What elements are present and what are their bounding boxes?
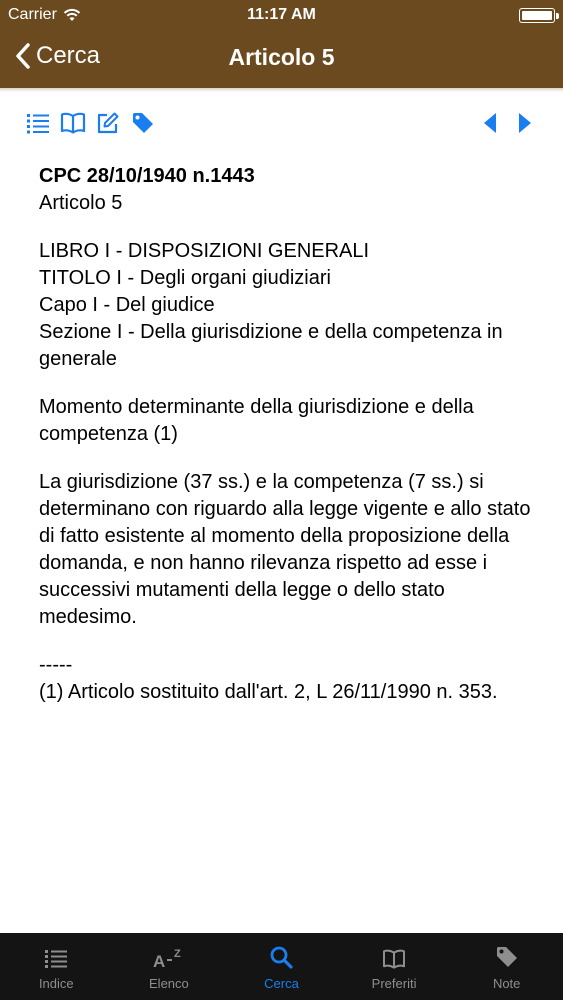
back-button-label: Cerca [36,42,101,69]
chevron-left-icon [16,43,30,69]
book-icon [60,112,86,134]
hierarchy-sezione: Sezione I - Della giurisdizione e della … [39,321,503,370]
az-sort-icon: A Z [153,948,181,969]
add-tag-button[interactable] [128,106,158,140]
article-header: CPC 28/10/1940 n.1443 Articolo 5 [39,163,539,217]
article-toolbar [0,106,563,142]
tag-icon [133,113,153,133]
favorites-button[interactable] [58,106,88,140]
article-content: CPC 28/10/1940 n.1443 Articolo 5 LIBRO I… [39,163,539,727]
article-body: La giurisdizione (37 ss.) e la competenz… [39,471,531,628]
tab-preferiti[interactable]: Preferiti [338,933,451,1000]
tab-label: Note [492,976,521,991]
svg-text:Z: Z [174,948,181,960]
tab-indice[interactable]: Indice [0,933,113,1000]
previous-arrow-icon [484,113,496,133]
article-label: Articolo 5 [39,192,123,214]
search-icon [271,946,294,969]
tab-note[interactable]: Note [450,933,563,1000]
back-button[interactable]: Cerca [14,42,100,70]
status-time: 11:17 AM [247,6,316,23]
tab-label: Elenco [149,976,189,991]
navigation-bar: Cerca Articolo 5 [0,30,563,88]
battery-icon [519,8,559,23]
list-icon [27,114,49,134]
edit-icon [97,112,119,134]
svg-text:A: A [153,952,165,969]
tag-icon [496,947,517,967]
list-icon [45,950,68,968]
tab-label: Preferiti [371,976,417,991]
code-reference: CPC 28/10/1940 n.1443 [39,165,255,187]
footnote: (1) Articolo sostituito dall'art. 2, L 2… [39,681,498,703]
hierarchy-titolo: TITOLO I - Degli organi giudiziari [39,267,331,289]
book-icon [383,949,406,969]
tab-cerca[interactable]: Cerca [225,933,338,1000]
next-arrow-icon [519,113,531,133]
previous-article-button[interactable] [475,106,505,140]
hierarchy-capo: Capo I - Del giudice [39,294,215,316]
status-bar: Carrier 11:17 AM [0,0,563,30]
article-heading: Momento determinante della giurisdizione… [39,396,474,445]
hierarchy-libro: LIBRO I - DISPOSIZIONI GENERALI [39,240,370,262]
notes-separator: ----- [39,654,73,676]
nav-divider [0,88,563,92]
next-article-button[interactable] [510,106,540,140]
index-list-button[interactable] [23,106,53,140]
tab-label: Indice [38,976,74,991]
article-notes: ----- (1) Articolo sostituito dall'art. … [39,652,539,706]
tab-bar: Indice A Z Elenco Cerca Preferiti Note [0,933,563,1000]
edit-note-button[interactable] [93,106,123,140]
tab-label: Cerca [264,976,299,991]
tab-elenco[interactable]: A Z Elenco [113,933,226,1000]
article-hierarchy: LIBRO I - DISPOSIZIONI GENERALI TITOLO I… [39,238,539,373]
